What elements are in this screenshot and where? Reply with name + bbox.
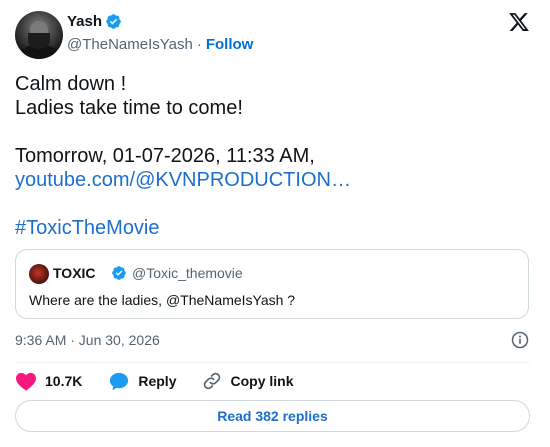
tweet-line-2: Ladies take time to come! <box>15 97 243 119</box>
read-replies-button[interactable]: Read 382 replies <box>15 400 530 432</box>
heart-icon <box>16 372 36 391</box>
author-name[interactable]: Yash <box>67 13 102 30</box>
quoted-tweet-text: Where are the ladies, @TheNameIsYash ? <box>29 292 296 308</box>
tweet-embed-card: Yash @TheNameIsYash · Follow Calm down !… <box>0 0 550 447</box>
tweet-link[interactable]: youtube.com/@KVNPRODUCTION… <box>15 168 535 192</box>
follow-button[interactable]: Follow <box>206 36 254 53</box>
reply-button[interactable]: Reply <box>108 371 176 391</box>
like-button[interactable]: 10.7K <box>15 371 82 391</box>
author-avatar[interactable] <box>15 11 63 59</box>
tweet-blank-line-2 <box>15 192 535 216</box>
separator-dot: · <box>196 36 202 53</box>
like-count: 10.7K <box>45 373 83 389</box>
tweet-text: Calm down ! Ladies take time to come! To… <box>15 72 535 240</box>
link-icon <box>204 372 221 390</box>
author-handle[interactable]: @TheNameIsYash <box>67 36 193 53</box>
quoted-author-name: TOXIC <box>53 265 96 281</box>
quoted-tweet[interactable]: TOXIC @Toxic_themovie Where are the ladi… <box>15 249 529 319</box>
author-handle-row: @TheNameIsYash · Follow <box>67 36 253 53</box>
info-icon[interactable] <box>510 330 530 350</box>
tweet-timestamp[interactable]: 9:36 AM · Jun 30, 2026 <box>15 332 160 348</box>
author-name-row: Yash <box>67 13 122 30</box>
copy-link-button[interactable]: Copy link <box>202 371 294 391</box>
reply-label: Reply <box>138 373 177 389</box>
tweet-line-1: Calm down ! <box>15 73 127 95</box>
verified-badge-icon <box>112 266 126 280</box>
verified-badge-icon <box>106 14 121 29</box>
quoted-author-handle: @Toxic_themovie <box>132 265 243 281</box>
reply-bubble-icon <box>110 372 129 391</box>
quoted-author-avatar <box>29 264 49 284</box>
divider <box>15 362 530 363</box>
tweet-schedule-line: Tomorrow, 01-07-2026, 11:33 AM, <box>15 145 315 167</box>
tweet-actions: 10.7K Reply Copy link <box>15 370 320 392</box>
copy-link-label: Copy link <box>230 373 294 389</box>
tweet-hashtag[interactable]: #ToxicTheMovie <box>15 216 535 240</box>
x-logo-icon[interactable] <box>507 11 531 33</box>
